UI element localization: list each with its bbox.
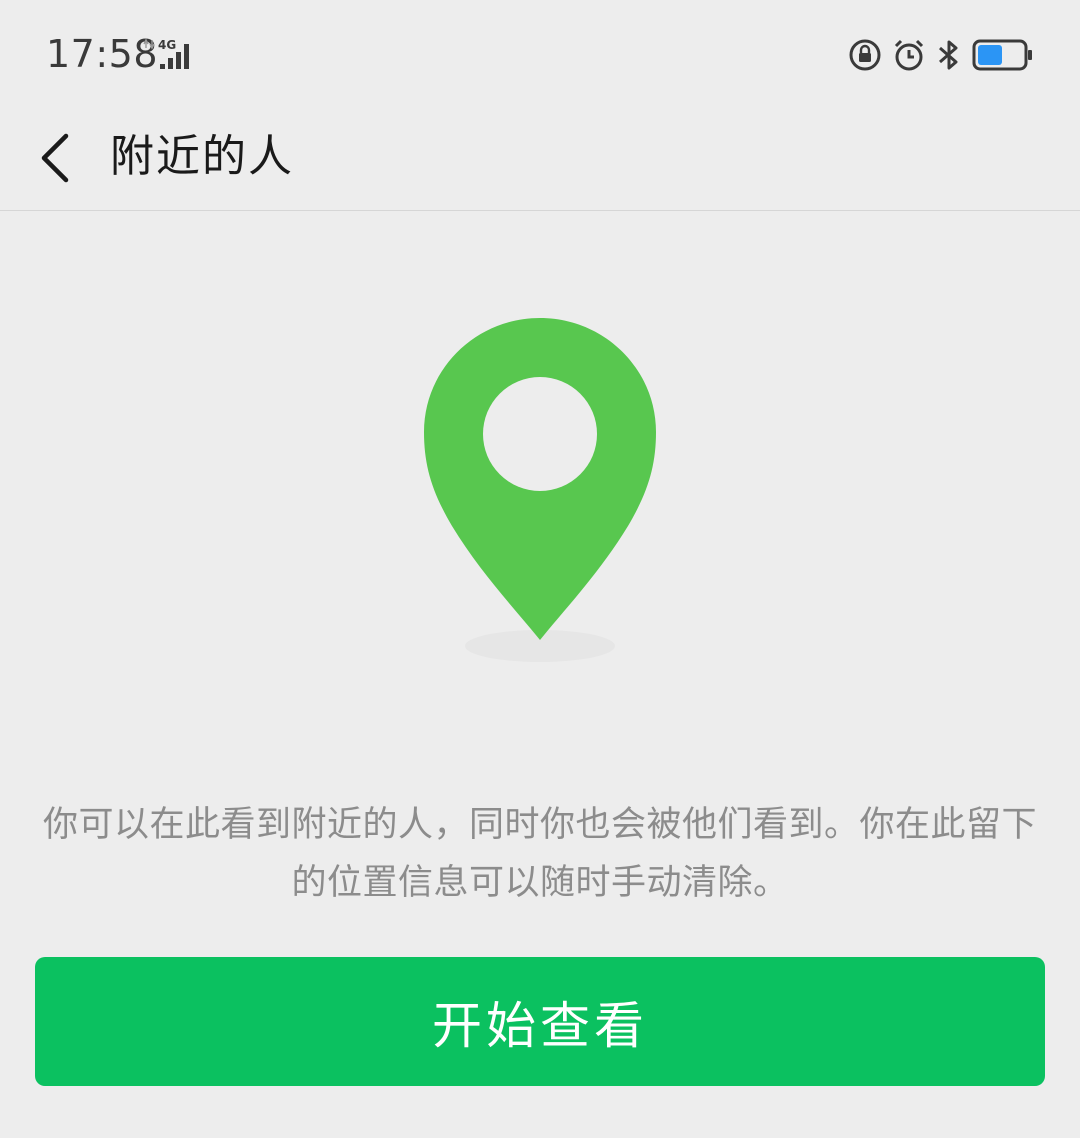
- location-pin-icon: [422, 316, 658, 666]
- status-bar: 17:58 4G: [0, 0, 1080, 110]
- back-button[interactable]: [30, 120, 84, 192]
- battery-icon: [972, 38, 1034, 72]
- page-title: 附近的人: [110, 131, 294, 182]
- status-icons: [848, 36, 1034, 74]
- lock-rotation-icon: [848, 38, 882, 72]
- signal-4g-icon: 4G: [140, 36, 200, 72]
- bluetooth-icon: [936, 38, 962, 72]
- start-view-button[interactable]: 开始查看: [35, 957, 1045, 1086]
- start-view-button-label: 开始查看: [432, 996, 648, 1055]
- nearby-people-screen: 17:58 4G 附近的人 你可以在此看到附近的人，同时你也会被他们看到。你在此…: [0, 0, 1080, 1138]
- nav-bar: 附近的人: [0, 110, 1080, 211]
- description-text: 你可以在此看到附近的人，同时你也会被他们看到。你在此留下的位置信息可以随时手动清…: [42, 805, 1037, 903]
- chevron-left-icon: [41, 133, 69, 183]
- network-label: 4G: [158, 38, 176, 52]
- alarm-icon: [892, 38, 926, 72]
